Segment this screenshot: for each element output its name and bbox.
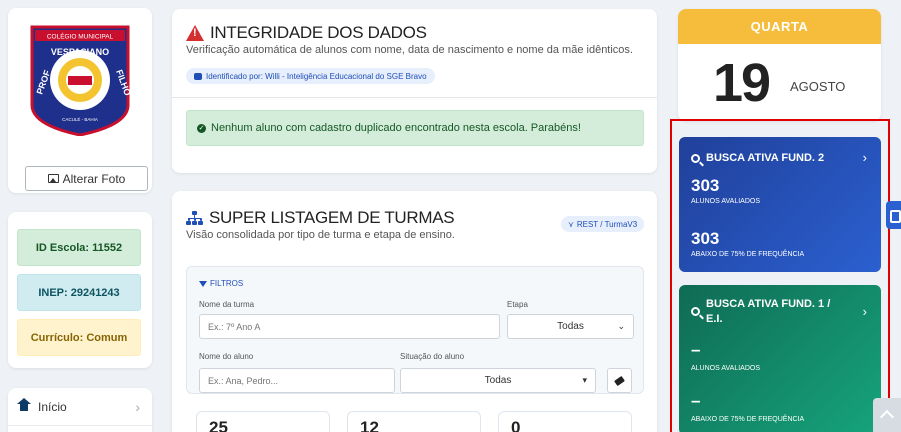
eraser-icon — [614, 375, 625, 386]
filters-panel: FILTROS Nome da turma Etapa Todas ⌄ Nome… — [186, 266, 644, 394]
filter-icon — [199, 280, 207, 287]
no-duplicates-alert: ✓ Nenhum aluno com cadastro duplicado en… — [186, 110, 644, 146]
date-card: QUARTA 19 AGOSTO — [678, 9, 881, 121]
nav-item-inicio[interactable]: Início › — [8, 388, 152, 426]
student-status-label: Situação do aluno — [400, 352, 465, 361]
stat-card-1: 25 — [196, 411, 330, 432]
school-info-card: ID Escola: 11552 INEP: 29241243 Currícul… — [8, 212, 152, 368]
integrity-subtitle: Verificação automática de alunos com nom… — [186, 44, 633, 56]
stat-card-3: 0 — [498, 411, 632, 432]
logo-arc-text: VESPASIANO — [51, 47, 109, 57]
school-logo: COLÉGIO MUNICIPAL VESPASIANO PROF FILHO … — [30, 25, 130, 136]
scroll-top-button[interactable] — [873, 398, 901, 432]
class-name-label: Nome da turma — [199, 300, 255, 309]
curriculo-badge: Currículo: Comum — [17, 319, 141, 356]
class-name-input[interactable] — [199, 314, 500, 339]
chevron-right-icon: › — [135, 399, 140, 415]
caret-down-icon: ▾ — [582, 375, 587, 385]
school-photo-card: COLÉGIO MUNICIPAL VESPASIANO PROF FILHO … — [8, 8, 152, 193]
status-select-value: Todas — [484, 375, 512, 386]
data-integrity-card: INTEGRIDADE DOS DADOS Verificação automá… — [172, 9, 657, 173]
filters-heading-text: FILTROS — [210, 279, 244, 288]
class-listing-card: SUPER LISTAGEM DE TURMAS Visão consolida… — [172, 191, 657, 432]
side-nav: Início › — [8, 388, 152, 432]
student-name-input[interactable] — [199, 368, 395, 393]
student-name-label: Nome do aluno — [199, 352, 254, 361]
identified-by-text: Identificado por: Willi - Inteligência E… — [206, 71, 427, 81]
sitemap-icon — [186, 210, 203, 226]
check-circle-icon: ✓ — [197, 123, 206, 133]
home-icon — [17, 397, 31, 412]
day-number: 19 — [713, 53, 771, 113]
integrity-title-text: INTEGRIDADE DOS DADOS — [210, 23, 427, 42]
listing-title-text: SUPER LISTAGEM DE TURMAS — [209, 208, 455, 227]
highlight-frame — [670, 119, 890, 432]
alter-photo-label: Alterar Foto — [62, 171, 126, 186]
filters-heading: FILTROS — [199, 279, 243, 288]
month-name: AGOSTO — [790, 79, 846, 94]
weekday-header: QUARTA — [678, 9, 881, 44]
school-id-badge: ID Escola: 11552 — [17, 229, 141, 266]
no-duplicates-text: Nenhum aluno com cadastro duplicado enco… — [211, 122, 581, 134]
stat-card-2: 12 — [347, 411, 481, 432]
alter-photo-button[interactable]: Alterar Foto — [25, 166, 148, 191]
student-status-select[interactable]: Todas ▾ — [400, 368, 596, 393]
listing-subtitle: Visão consolidada por tipo de turma e et… — [186, 229, 455, 241]
stage-label: Etapa — [507, 300, 528, 309]
nav-item-label: Início — [38, 399, 67, 414]
accessibility-tab[interactable] — [886, 201, 901, 229]
image-icon — [47, 174, 59, 183]
chevron-down-icon: ⌄ — [617, 321, 625, 331]
divider — [172, 97, 657, 98]
inep-badge: INEP: 29241243 — [17, 274, 141, 311]
integrity-title: INTEGRIDADE DOS DADOS — [186, 23, 427, 43]
identified-by-tag: Identificado por: Willi - Inteligência E… — [186, 68, 435, 84]
warning-icon — [186, 25, 204, 41]
clear-filters-button[interactable] — [607, 368, 632, 393]
stage-select-value: Todas — [557, 321, 584, 332]
logo-top-text: COLÉGIO MUNICIPAL — [47, 32, 114, 41]
listing-title: SUPER LISTAGEM DE TURMAS — [186, 208, 455, 228]
robot-icon — [194, 72, 202, 80]
rest-badge-text: REST / TurmaV3 — [576, 219, 638, 229]
logo-bottom-text: CACULÉ - BAHIA — [62, 116, 98, 122]
plug-icon: ⋎ — [568, 219, 574, 229]
rest-badge: ⋎ REST / TurmaV3 — [561, 216, 645, 232]
stage-select[interactable]: Todas ⌄ — [507, 314, 634, 339]
